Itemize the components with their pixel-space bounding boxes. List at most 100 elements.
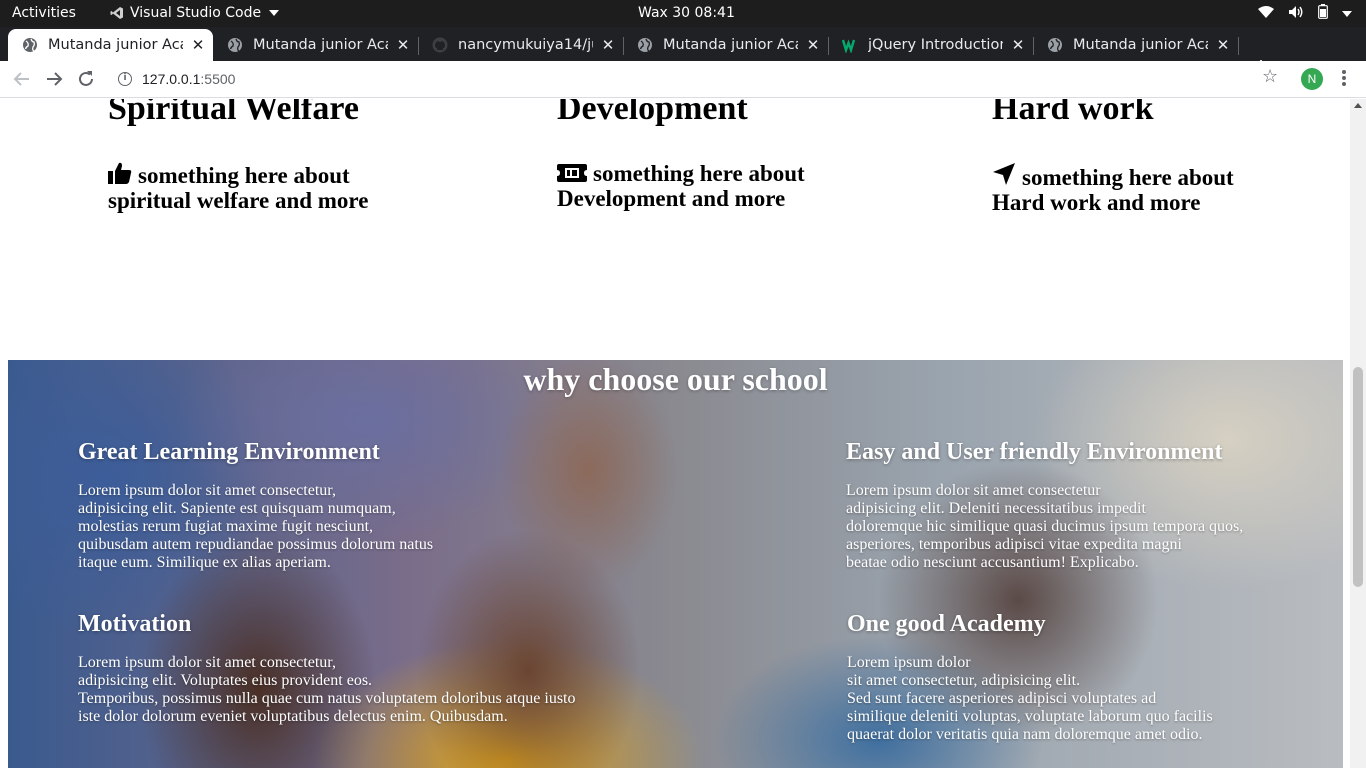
scrollbar-thumb[interactable]: [1353, 367, 1363, 587]
text-line: itaque eum. Similique ex alias aperiam.: [78, 554, 331, 571]
feature-heading: Development: [557, 99, 748, 127]
feature-heading: Hard work: [992, 99, 1154, 127]
system-top-bar: Activities Visual Studio Code Wax 30 08:…: [0, 0, 1366, 27]
why-block-learning: Great Learning Environment Lorem ipsum d…: [78, 440, 598, 572]
url-text[interactable]: 127.0.0.1:5500: [142, 71, 235, 87]
tab-title: Mutanda junior Academy: [1073, 37, 1208, 53]
feature-text-line2: Development and more: [557, 186, 786, 211]
why-block-heading: One good Academy: [847, 611, 1046, 637]
feature-text-line2: spiritual welfare and more: [108, 188, 369, 213]
close-icon[interactable]: ✕: [394, 36, 412, 54]
github-icon: [432, 37, 448, 53]
text-line: iste dolor dolorum eveniet voluptatibus …: [78, 708, 508, 725]
bookmark-star-icon[interactable]: ☆: [1262, 66, 1278, 87]
tab-title: Mutanda junior Academy: [663, 37, 798, 53]
app-menu-label: Visual Studio Code: [130, 5, 262, 21]
why-block-heading: Great Learning Environment: [78, 439, 380, 465]
feature-text-line1: something here about: [593, 161, 805, 186]
reload-button[interactable]: [74, 67, 98, 91]
tab-title: Mutanda junior Academy: [48, 37, 183, 53]
browser-tab[interactable]: jQuery Introduction ✕: [828, 29, 1033, 61]
url-host: 127.0.0.1: [142, 71, 201, 87]
feature-text-line1: something here about: [1022, 165, 1234, 190]
close-icon[interactable]: ✕: [804, 36, 822, 54]
tab-title: jQuery Introduction: [868, 37, 1003, 53]
tab-separator: [1238, 37, 1239, 55]
text-line: Sed sunt facere asperiores adipisci volu…: [847, 690, 1157, 707]
why-block-heading: Motivation: [78, 611, 192, 637]
back-button[interactable]: [10, 67, 34, 91]
globe-icon: [227, 37, 243, 53]
globe-icon: [22, 37, 38, 53]
close-icon[interactable]: ✕: [1214, 36, 1232, 54]
feature-heading: Spiritual Welfare: [108, 99, 359, 127]
text-line: Lorem ipsum dolor sit amet consectetur,: [78, 654, 336, 671]
profile-avatar[interactable]: N: [1301, 68, 1323, 90]
tab-title: Mutanda junior Academy: [253, 37, 388, 53]
close-icon[interactable]: ✕: [1009, 36, 1027, 54]
text-line: adipisicing elit. Voluptates eius provid…: [78, 672, 373, 689]
text-line: adipisicing elit. Sapiente est quisquam …: [78, 500, 396, 517]
text-line: adipisicing elit. Deleniti necessitatibu…: [846, 500, 1146, 517]
section-title: why choose our school: [523, 361, 828, 397]
why-choose-section: why choose our school Great Learning Env…: [8, 360, 1343, 768]
why-block-academy: One good Academy Lorem ipsum dolor sit a…: [847, 612, 1343, 744]
why-block-text: Lorem ipsum dolor sit amet consectetur a…: [846, 482, 1343, 572]
why-block-text: Lorem ipsum dolor sit amet consectetur, …: [78, 654, 678, 726]
forward-button[interactable]: [42, 67, 66, 91]
browser-toolbar: i 127.0.0.1:5500: [0, 61, 1366, 98]
scroll-up-arrow-icon[interactable]: [1354, 103, 1362, 108]
page-scrollbar[interactable]: [1350, 99, 1366, 768]
app-menu[interactable]: Visual Studio Code: [110, 5, 280, 21]
chevron-down-icon: [269, 10, 280, 16]
browser-tab[interactable]: Mutanda junior Academy ✕: [1033, 29, 1238, 61]
feature-text: something here about Development and more: [557, 162, 805, 211]
vscode-icon: [110, 6, 124, 20]
text-line: Lorem ipsum dolor: [847, 654, 971, 671]
arrow-right-icon: [47, 72, 63, 86]
location-arrow-icon: [992, 162, 1016, 191]
browser-tab[interactable]: nancymukuiya14/junior ✕: [418, 29, 623, 61]
text-line: sit amet consectetur, adipisicing elit.: [847, 672, 1081, 689]
feature-hard-work: Hard work something here about Hard work …: [992, 99, 1234, 215]
text-line: quibusdam autem repudiandae possimus dol…: [78, 536, 434, 553]
tab-title: nancymukuiya14/junior: [458, 37, 593, 53]
thumbs-up-icon: [108, 162, 132, 189]
info-icon[interactable]: i: [118, 72, 132, 86]
text-line: beatae odio nesciunt accusantium! Explic…: [846, 554, 1139, 571]
globe-icon: [1047, 37, 1063, 53]
feature-spiritual-welfare: Spiritual Welfare something here about sp…: [108, 99, 368, 213]
feature-text-line1: something here about: [138, 163, 350, 188]
clock[interactable]: Wax 30 08:41: [638, 5, 735, 21]
feature-text-line2: Hard work and more: [992, 190, 1201, 215]
battery-icon: [1318, 4, 1328, 23]
text-line: similique deleniti voluptas, voluptate l…: [847, 708, 1213, 725]
text-line: doloremque hic similique quasi ducimus i…: [846, 518, 1244, 535]
system-tray[interactable]: [1258, 4, 1352, 23]
volume-icon: [1288, 5, 1304, 23]
text-line: quaerat dolor veritatis quia nam dolorem…: [847, 726, 1203, 743]
w3schools-icon: [841, 37, 858, 54]
text-line: Lorem ipsum dolor sit amet consectetur,: [78, 482, 336, 499]
browser-tab[interactable]: Mutanda junior Academy ✕: [213, 29, 418, 61]
close-icon[interactable]: ✕: [189, 36, 207, 54]
chevron-down-icon: [1342, 10, 1352, 17]
browser-tab[interactable]: Mutanda junior Academy ✕: [8, 29, 213, 61]
wifi-icon: [1258, 5, 1274, 23]
address-bar[interactable]: i 127.0.0.1:5500: [108, 65, 1292, 94]
activities-button[interactable]: Activities: [12, 5, 76, 21]
why-block-motivation: Motivation Lorem ipsum dolor sit amet co…: [78, 612, 678, 726]
text-line: asperiores, temporibus adipisci vitae ex…: [846, 536, 1182, 553]
page-viewport: Spiritual Welfare something here about sp…: [0, 99, 1350, 768]
why-block-text: Lorem ipsum dolor sit amet consectetur, …: [847, 654, 1343, 744]
text-line: Lorem ipsum dolor sit amet consectetur: [846, 482, 1101, 499]
url-port: :5500: [200, 71, 236, 87]
browser-tab[interactable]: Mutanda junior Academy ✕: [623, 29, 828, 61]
close-icon[interactable]: ✕: [599, 36, 617, 54]
menu-icon[interactable]: [1338, 70, 1350, 88]
feature-text: something here about spiritual welfare an…: [108, 162, 368, 213]
why-block-heading: Easy and User friendly Environment: [846, 439, 1223, 465]
feature-text: something here about Hard work and more: [992, 162, 1234, 215]
feature-development: Development something here about Developm…: [557, 99, 805, 211]
arrow-left-icon: [13, 72, 29, 86]
